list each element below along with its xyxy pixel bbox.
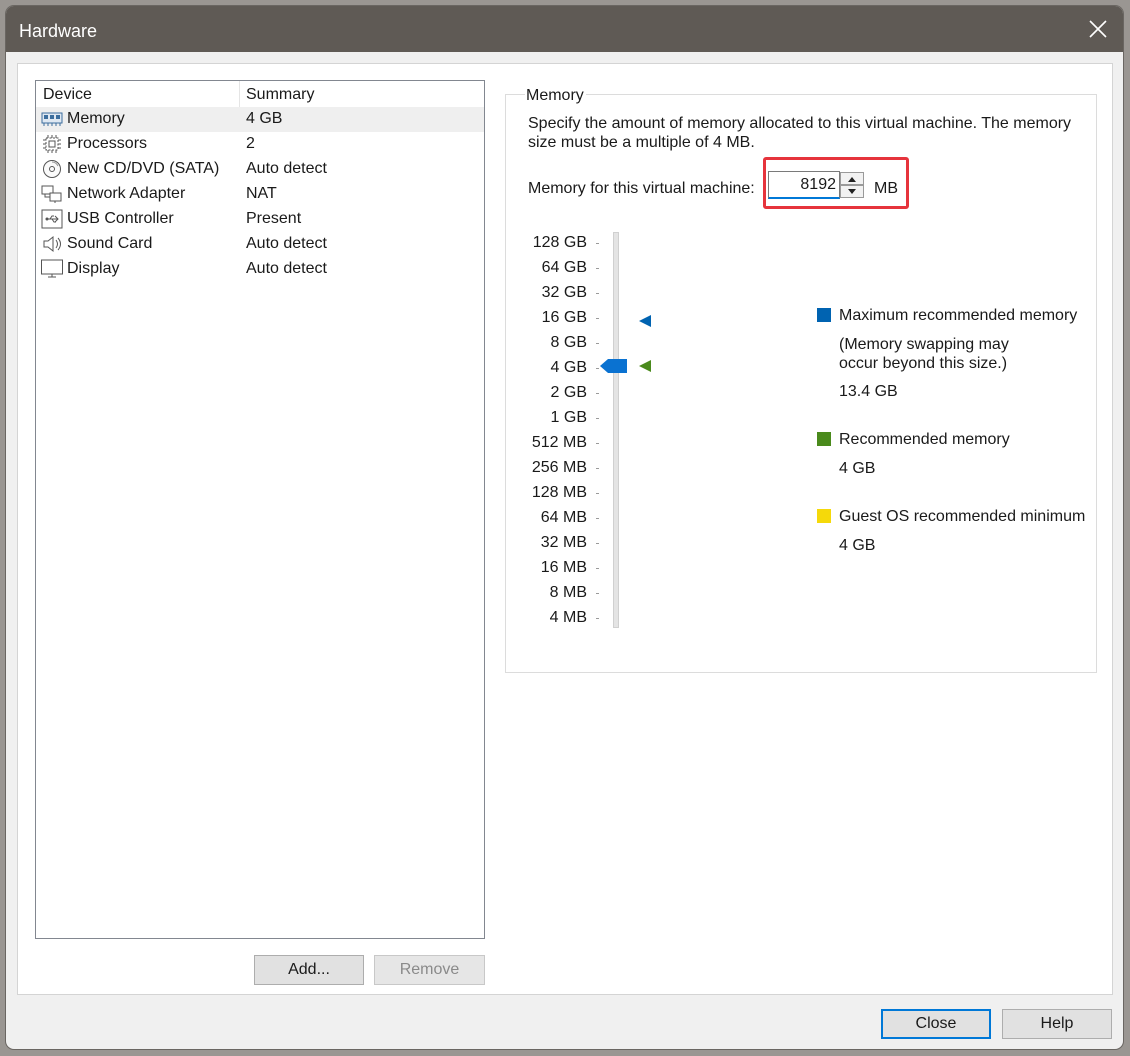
slider-tick-mark — [596, 268, 599, 269]
device-summary: Auto detect — [246, 160, 327, 177]
recommended-value: 4 GB — [839, 460, 876, 477]
recommended-marker — [639, 360, 651, 372]
processor-icon — [41, 134, 63, 154]
memory-decrement-button[interactable] — [840, 185, 864, 198]
slider-tick-label: 16 GB — [541, 309, 587, 326]
column-separator[interactable] — [239, 81, 240, 107]
guest-min-label: Guest OS recommended minimum — [839, 508, 1086, 525]
arrow-down-icon — [848, 189, 856, 194]
max-recommended-value: 13.4 GB — [839, 383, 898, 400]
slider-tick-mark — [596, 318, 599, 319]
slider-tick-mark — [596, 468, 599, 469]
add-button[interactable]: Add... — [254, 955, 364, 985]
max-recommended-swatch — [817, 308, 831, 322]
device-name: Memory — [67, 110, 125, 127]
slider-tick-label: 32 GB — [541, 284, 587, 301]
column-header-summary[interactable]: Summary — [246, 86, 314, 104]
memory-icon — [41, 109, 63, 129]
device-summary: NAT — [246, 185, 277, 202]
list-header: Device Summary — [36, 81, 484, 107]
slider-tick-mark — [596, 543, 599, 544]
slider-tick-mark — [596, 443, 599, 444]
memory-description: Specify the amount of memory allocated t… — [528, 115, 1072, 151]
device-name: New CD/DVD (SATA) — [67, 160, 220, 177]
slider-tick-mark — [596, 518, 599, 519]
device-row-display[interactable]: Display Auto detect — [36, 257, 484, 282]
slider-tick-mark — [596, 368, 599, 369]
device-summary: Present — [246, 210, 302, 227]
memory-slider-thumb[interactable] — [600, 358, 628, 374]
slider-tick-label: 4 GB — [550, 359, 587, 376]
max-recommended-marker — [639, 315, 651, 327]
device-summary: 2 — [246, 135, 255, 152]
device-name: Network Adapter — [67, 185, 186, 202]
close-icon[interactable] — [1087, 18, 1109, 40]
cd-dvd-icon — [41, 159, 63, 179]
guest-min-swatch — [817, 509, 831, 523]
network-adapter-icon — [41, 184, 63, 204]
memory-group-title: Memory — [525, 87, 586, 105]
close-button[interactable]: Close — [881, 1009, 991, 1039]
device-row-cd-dvd[interactable]: New CD/DVD (SATA) Auto detect — [36, 157, 484, 182]
device-name: Display — [67, 260, 120, 277]
device-summary: Auto detect — [246, 260, 327, 277]
recommended-swatch — [817, 432, 831, 446]
hardware-dialog: Hardware Device Summary Memory 4 GB Proc… — [6, 6, 1123, 1049]
slider-tick-mark — [596, 593, 599, 594]
slider-tick-label: 8 GB — [550, 334, 587, 351]
guest-min-value: 4 GB — [839, 537, 876, 554]
memory-increment-button[interactable] — [840, 172, 864, 185]
arrow-up-icon — [848, 177, 856, 182]
slider-tick-label: 32 MB — [540, 534, 587, 551]
max-recommended-note-line1: (Memory swapping may — [839, 336, 1009, 353]
slider-tick-mark — [596, 393, 599, 394]
slider-tick-label: 2 GB — [550, 384, 587, 401]
max-recommended-note-line2: occur beyond this size.) — [839, 355, 1008, 372]
slider-tick-mark — [596, 418, 599, 419]
usb-icon — [41, 209, 63, 229]
device-row-processors[interactable]: Processors 2 — [36, 132, 484, 157]
slider-tick-label: 8 MB — [549, 584, 587, 601]
slider-tick-label: 64 MB — [540, 509, 587, 526]
remove-button[interactable]: Remove — [374, 955, 485, 985]
device-row-network-adapter[interactable]: Network Adapter NAT — [36, 182, 484, 207]
slider-tick-mark — [596, 568, 599, 569]
device-list[interactable]: Device Summary Memory 4 GB Processors 2 — [35, 80, 485, 939]
slider-tick-label: 128 GB — [532, 234, 587, 251]
slider-tick-mark — [596, 243, 599, 244]
slider-tick-label: 1 GB — [550, 409, 587, 426]
slider-tick-label: 256 MB — [531, 459, 587, 476]
dialog-content: Device Summary Memory 4 GB Processors 2 — [17, 63, 1113, 995]
device-name: USB Controller — [67, 210, 174, 227]
memory-field-label: Memory for this virtual machine: — [528, 180, 755, 197]
speaker-icon — [41, 234, 63, 254]
column-header-device[interactable]: Device — [43, 86, 92, 104]
title-bar: Hardware — [6, 6, 1123, 52]
memory-size-input[interactable] — [768, 171, 840, 199]
device-summary: Auto detect — [246, 235, 327, 252]
slider-tick-label: 16 MB — [540, 559, 587, 576]
device-row-memory[interactable]: Memory 4 GB — [36, 107, 484, 132]
slider-tick-mark — [596, 293, 599, 294]
slider-tick-label: 512 MB — [531, 434, 587, 451]
device-row-sound-card[interactable]: Sound Card Auto detect — [36, 232, 484, 257]
device-name: Sound Card — [67, 235, 153, 252]
slider-tick-label: 128 MB — [531, 484, 587, 501]
slider-tick-mark — [596, 343, 599, 344]
monitor-icon — [41, 259, 63, 279]
window-title: Hardware — [19, 21, 98, 41]
device-summary: 4 GB — [246, 110, 283, 127]
memory-slider-track[interactable] — [613, 232, 619, 628]
slider-tick-mark — [596, 618, 599, 619]
slider-tick-label: 4 MB — [549, 609, 587, 626]
device-name: Processors — [67, 135, 148, 152]
memory-unit-label: MB — [874, 180, 898, 197]
slider-tick-mark — [596, 493, 599, 494]
recommended-label: Recommended memory — [839, 431, 1010, 448]
help-button[interactable]: Help — [1002, 1009, 1112, 1039]
max-recommended-label: Maximum recommended memory — [839, 307, 1078, 324]
device-row-usb-controller[interactable]: USB Controller Present — [36, 207, 484, 232]
slider-tick-label: 64 GB — [541, 259, 587, 276]
